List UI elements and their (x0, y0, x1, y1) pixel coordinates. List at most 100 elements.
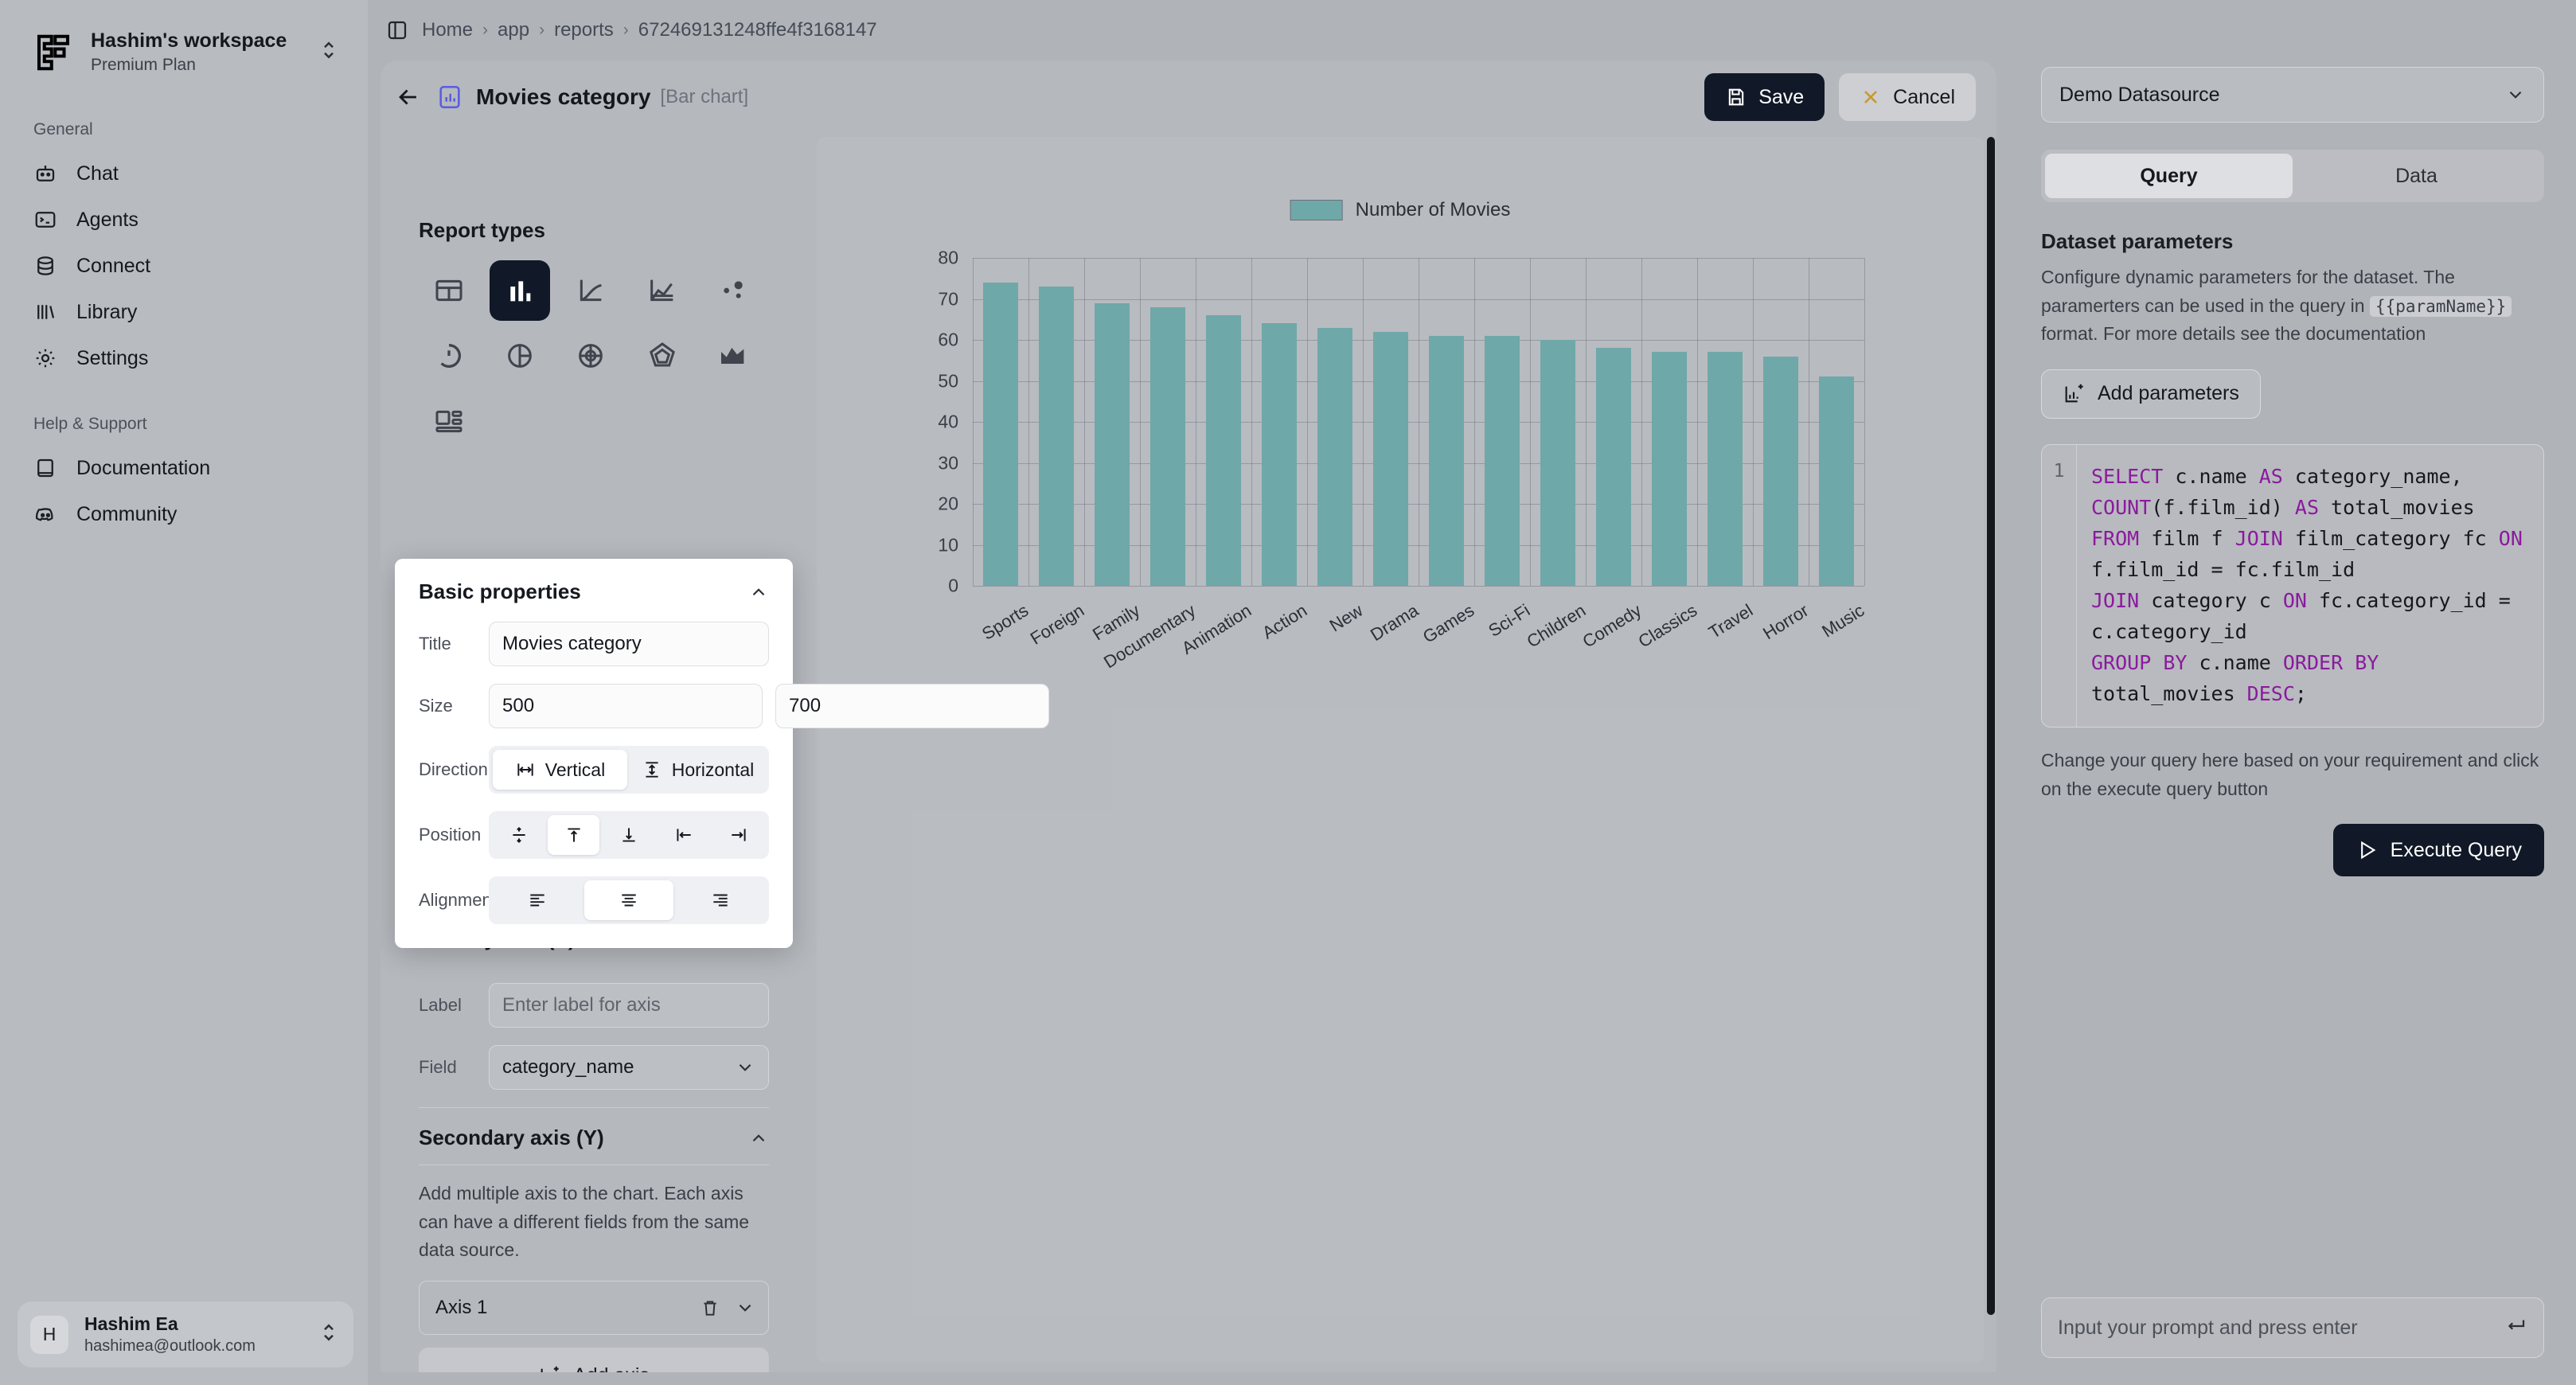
position-field-label: Position (419, 825, 482, 845)
report-type-area-chart[interactable] (703, 326, 763, 386)
execute-query-button[interactable]: Execute Query (2332, 824, 2544, 877)
primary-axis-field-select[interactable]: category_name (489, 1045, 769, 1090)
sidebar-item-documentation[interactable]: Documentation (18, 445, 353, 491)
x-axis-tick-label: Drama (1367, 600, 1423, 646)
toggle-sidebar-icon[interactable] (385, 18, 409, 42)
tab-data[interactable]: Data (2293, 154, 2540, 198)
prompt-input[interactable]: Input your prompt and press enter (2058, 1317, 2504, 1340)
tab-query[interactable]: Query (2045, 154, 2293, 198)
chevron-up-icon[interactable] (748, 582, 769, 603)
title-input[interactable] (489, 622, 769, 666)
breadcrumb-item-report-id[interactable]: 672469131248ffe4f3168147 (638, 19, 877, 41)
size-row: Size (419, 684, 1049, 728)
alignment-option-right[interactable] (677, 880, 765, 920)
user-email: hashimea@outlook.com (84, 1337, 256, 1355)
alignment-option-center[interactable] (584, 880, 673, 920)
bar[interactable] (1373, 331, 1408, 586)
database-icon (33, 254, 57, 278)
bar[interactable] (1485, 335, 1520, 586)
user-account-switcher[interactable]: H Hashim Ea hashimea@outlook.com (18, 1301, 353, 1367)
config-column: Report types Label Enter label for axis … (395, 134, 1049, 1372)
sql-editor[interactable]: 1 SELECT c.name AS category_name, COUNT(… (2041, 443, 2544, 728)
sidebar: Hashim's workspace Premium Plan General … (0, 0, 368, 1385)
breadcrumb-item-reports[interactable]: reports (554, 19, 614, 41)
size-width-input[interactable] (489, 684, 763, 728)
position-option-center[interactable] (493, 815, 544, 855)
alignment-option-left[interactable] (493, 880, 581, 920)
bar[interactable] (1039, 287, 1074, 586)
direction-option-horizontal[interactable]: Horizontal (630, 750, 765, 790)
direction-option-vertical[interactable]: Vertical (493, 750, 627, 790)
report-type-table-chart[interactable] (419, 260, 479, 321)
position-option-left[interactable] (658, 815, 710, 855)
bar[interactable] (1652, 352, 1687, 586)
datasource-select[interactable]: Demo Datasource (2041, 67, 2544, 123)
report-type-donut-chart[interactable] (419, 326, 479, 386)
enter-icon[interactable] (2504, 1314, 2527, 1342)
bar[interactable] (1596, 348, 1631, 586)
sidebar-item-settings[interactable]: Settings (18, 335, 353, 381)
gridline-vertical (1530, 258, 1531, 586)
report-type-scatter-chart[interactable] (703, 260, 763, 321)
bar[interactable] (1763, 356, 1798, 586)
cancel-button[interactable]: Cancel (1839, 73, 1976, 121)
breadcrumb-item-home[interactable]: Home (422, 19, 473, 41)
add-axis-button[interactable]: Add axis (419, 1347, 769, 1372)
sidebar-item-library[interactable]: Library (18, 289, 353, 335)
report-type-bar-chart[interactable] (490, 260, 551, 321)
bar[interactable] (1540, 340, 1575, 586)
report-type-pie-chart[interactable] (490, 326, 550, 386)
basic-properties-popover: Basic properties Title Size (395, 559, 1049, 948)
y-axis-tick-label: 0 (948, 575, 958, 596)
workspace-switcher[interactable]: Hashim's workspace Premium Plan (18, 18, 353, 87)
secondary-axis-header[interactable]: Secondary axis (Y) (419, 1108, 769, 1165)
bar[interactable] (1708, 352, 1743, 586)
report-type-polar-chart[interactable] (560, 326, 621, 386)
gear-icon (33, 346, 57, 370)
breadcrumb-item-app[interactable]: app (498, 19, 529, 41)
sql-code[interactable]: SELECT c.name AS category_name, COUNT(f.… (2077, 445, 2543, 727)
prompt-input-row[interactable]: Input your prompt and press enter (2041, 1297, 2544, 1358)
chevron-down-icon[interactable] (735, 1297, 755, 1318)
chevron-up-down-icon[interactable] (317, 1321, 341, 1348)
y-axis-tick-label: 60 (938, 329, 958, 350)
bar[interactable] (1095, 302, 1130, 586)
dataset-parameters-title: Dataset parameters (2041, 229, 2234, 253)
y-axis-tick-label: 50 (938, 370, 958, 391)
sidebar-item-chat[interactable]: Chat (18, 150, 353, 197)
bar[interactable] (1262, 323, 1297, 586)
report-type-radar-chart[interactable] (632, 326, 693, 386)
bar[interactable] (1819, 376, 1854, 586)
position-option-right[interactable] (713, 815, 765, 855)
legend-label: Number of Movies (1355, 199, 1511, 220)
scrollbar-thumb[interactable] (1987, 137, 1995, 1315)
axis-row[interactable]: Axis 1 (419, 1280, 769, 1335)
bar[interactable] (983, 282, 1018, 586)
report-type-card-layout[interactable] (419, 391, 479, 451)
report-type-line-chart[interactable] (560, 260, 621, 321)
size-height-input[interactable] (775, 684, 1049, 728)
bar[interactable] (1317, 327, 1352, 586)
text-align-right-icon (713, 894, 728, 907)
position-option-bottom[interactable] (603, 815, 654, 855)
trash-icon[interactable] (700, 1297, 720, 1318)
title-field-label: Title (419, 634, 451, 653)
bar[interactable] (1206, 315, 1241, 586)
sidebar-item-connect[interactable]: Connect (18, 243, 353, 289)
back-arrow-icon[interactable] (395, 84, 422, 111)
canvas-scrollbar[interactable] (1987, 137, 1995, 1360)
report-type-area-line-chart[interactable] (632, 260, 693, 321)
chevron-up-icon[interactable] (748, 1128, 769, 1149)
save-button[interactable]: Save (1704, 73, 1825, 121)
basic-properties-header[interactable]: Basic properties (419, 579, 769, 604)
sidebar-item-agents[interactable]: Agents (18, 197, 353, 243)
primary-axis-label-input[interactable]: Enter label for axis (489, 983, 769, 1028)
sidebar-item-community[interactable]: Community (18, 491, 353, 537)
add-parameters-button[interactable]: Add parameters (2041, 369, 2261, 419)
bar[interactable] (1429, 335, 1464, 586)
chevron-up-down-icon[interactable] (317, 38, 341, 66)
position-option-top[interactable] (548, 815, 600, 855)
bar[interactable] (1150, 306, 1185, 586)
breadcrumb-bar: Home › app › reports › 672469131248ffe4f… (368, 0, 2009, 60)
direction-segmented-control: Vertical Horizontal (489, 746, 769, 794)
